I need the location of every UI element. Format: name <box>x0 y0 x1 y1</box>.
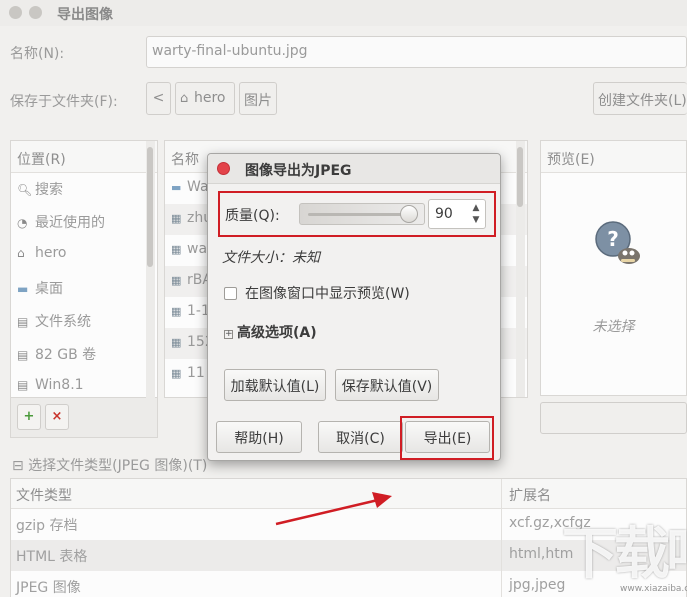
watermark-url: www.xiazaiba.com <box>620 584 687 594</box>
annotation-arrow <box>275 492 392 526</box>
